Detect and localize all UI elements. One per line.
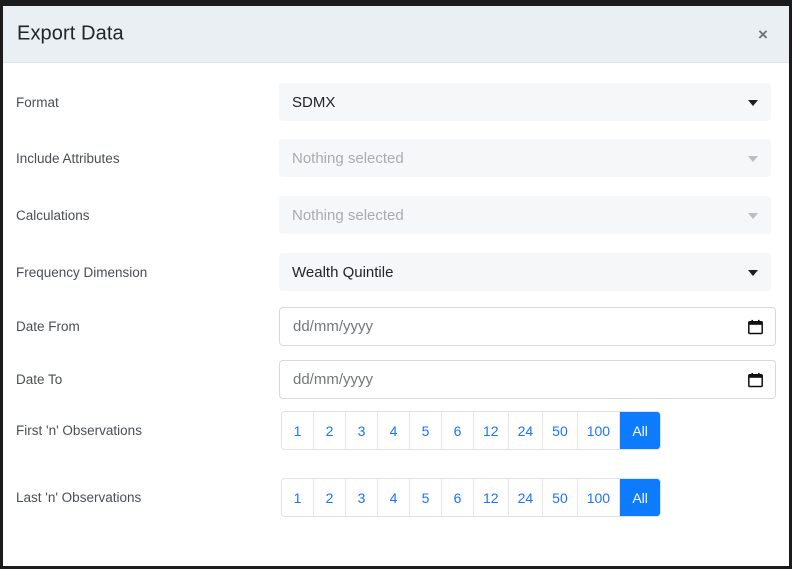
date-to-input[interactable]: dd/mm/yyyy [279,360,776,399]
row-frequency-dimension: Frequency Dimension Wealth Quintile [3,253,789,291]
last-n-option-100[interactable]: 100 [577,479,621,516]
last-n-option-50[interactable]: 50 [543,479,578,516]
last-n-option-5[interactable]: 5 [410,479,442,516]
field-last-n-observations: 1 2 3 4 5 6 12 24 50 100 All [281,478,662,517]
last-n-observations-button-group: 1 2 3 4 5 6 12 24 50 100 All [281,478,662,517]
row-calculations: Calculations Nothing selected [3,196,789,234]
first-n-option-24[interactable]: 24 [508,412,544,449]
last-n-option-6[interactable]: 6 [442,479,474,516]
close-icon[interactable]: × [750,21,776,47]
row-first-n-observations: First 'n' Observations 1 2 3 4 5 6 12 24 50 100 Al… [3,411,789,450]
calendar-icon[interactable] [748,372,763,387]
format-select[interactable]: SDMX [279,83,771,121]
calendar-icon[interactable] [748,319,763,334]
row-last-n-observations: Last 'n' Observations 1 2 3 4 5 6 12 24 50 100 All [3,478,789,517]
last-n-option-3[interactable]: 3 [346,479,378,516]
format-select-value: SDMX [292,93,336,111]
field-date-from: dd/mm/yyyy [279,307,776,346]
field-calculations: Nothing selected [279,196,771,234]
calculations-select-value: Nothing selected [292,206,404,224]
field-format: SDMX [279,83,771,121]
label-include-attributes: Include Attributes [16,150,120,166]
field-date-to: dd/mm/yyyy [279,360,776,399]
label-last-n-observations: Last 'n' Observations [16,490,142,505]
field-first-n-observations: 1 2 3 4 5 6 12 24 50 100 All [281,411,662,450]
first-n-option-50[interactable]: 50 [543,412,578,449]
chevron-down-icon [748,156,758,162]
date-to-placeholder: dd/mm/yyyy [293,371,374,388]
row-date-to: Date To dd/mm/yyyy [3,360,789,399]
frequency-dimension-select-value: Wealth Quintile [292,263,394,281]
date-from-input[interactable]: dd/mm/yyyy [279,307,776,346]
label-format: Format [16,94,59,110]
export-data-modal: Export Data × Format SDMX Include Attrib… [0,0,792,569]
include-attributes-select-value: Nothing selected [292,149,404,167]
chevron-down-icon [748,100,758,106]
last-n-option-2[interactable]: 2 [314,479,346,516]
chevron-down-icon [748,213,758,219]
label-date-from: Date From [16,319,80,334]
first-n-observations-button-group: 1 2 3 4 5 6 12 24 50 100 All [281,411,662,450]
last-n-option-24[interactable]: 24 [508,479,544,516]
last-n-option-4[interactable]: 4 [378,479,410,516]
modal-header: Export Data × [3,6,789,63]
modal-title: Export Data [17,22,124,45]
modal-body: Format SDMX Include Attributes Nothing s… [3,63,789,566]
field-frequency-dimension: Wealth Quintile [279,253,771,291]
first-n-option-5[interactable]: 5 [410,412,442,449]
row-include-attributes: Include Attributes Nothing selected [3,139,789,177]
first-n-option-4[interactable]: 4 [378,412,410,449]
label-first-n-observations: First 'n' Observations [16,423,142,438]
label-calculations: Calculations [16,207,90,223]
label-frequency-dimension: Frequency Dimension [16,264,148,280]
date-from-placeholder: dd/mm/yyyy [293,318,374,335]
first-n-option-2[interactable]: 2 [314,412,346,449]
first-n-option-6[interactable]: 6 [442,412,474,449]
first-n-option-100[interactable]: 100 [577,412,621,449]
chevron-down-icon [748,270,758,276]
row-format: Format SDMX [3,83,789,121]
field-include-attributes: Nothing selected [279,139,771,177]
first-n-option-1[interactable]: 1 [282,412,314,449]
label-date-to: Date To [16,372,63,387]
first-n-option-all[interactable]: All [620,412,661,449]
row-date-from: Date From dd/mm/yyyy [3,307,789,346]
last-n-option-1[interactable]: 1 [282,479,314,516]
calculations-select[interactable]: Nothing selected [279,196,771,234]
first-n-option-3[interactable]: 3 [346,412,378,449]
frequency-dimension-select[interactable]: Wealth Quintile [279,253,771,291]
include-attributes-select[interactable]: Nothing selected [279,139,771,177]
first-n-option-12[interactable]: 12 [474,412,509,449]
last-n-option-all[interactable]: All [620,479,661,516]
last-n-option-12[interactable]: 12 [474,479,509,516]
